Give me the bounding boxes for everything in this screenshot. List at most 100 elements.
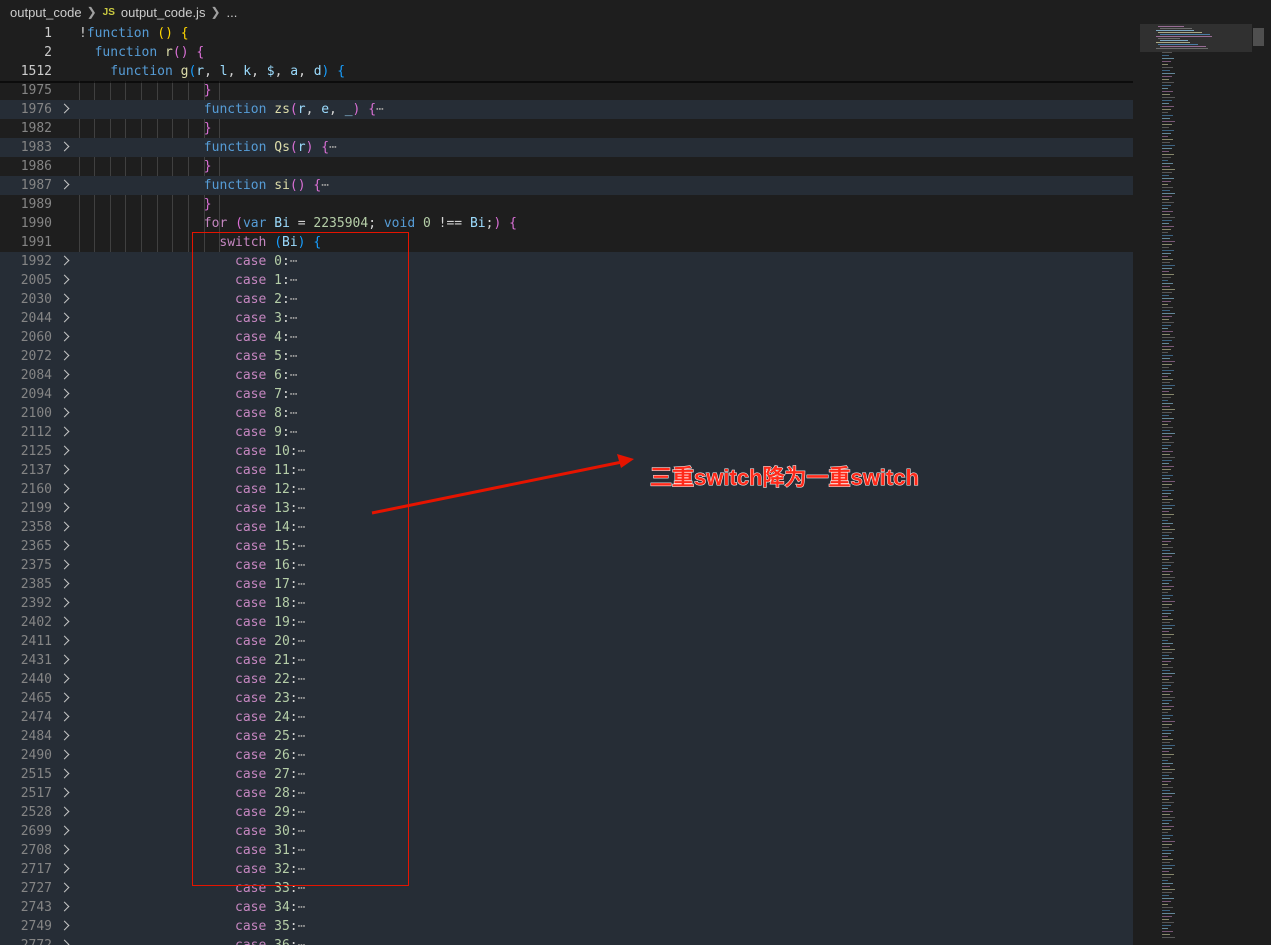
code-line[interactable]: 2517 case 28:⋯ <box>0 784 1133 803</box>
fold-chevron-icon[interactable] <box>59 540 70 551</box>
code-line[interactable]: 2402 case 19:⋯ <box>0 613 1133 632</box>
code-token: ⋯ <box>289 254 298 269</box>
code-line[interactable]: 2484 case 25:⋯ <box>0 727 1133 746</box>
fold-chevron-icon[interactable] <box>59 464 70 475</box>
fold-chevron-icon[interactable] <box>59 939 70 945</box>
fold-chevron-icon[interactable] <box>59 331 70 342</box>
code-line[interactable]: 1986} <box>0 157 1133 176</box>
fold-chevron-icon[interactable] <box>59 407 70 418</box>
fold-chevron-icon[interactable] <box>59 521 70 532</box>
code-line[interactable]: 1983 function Qs(r) {⋯ <box>0 138 1133 157</box>
code-line[interactable]: 1989} <box>0 195 1133 214</box>
fold-chevron-icon[interactable] <box>59 559 70 570</box>
code-line[interactable]: 2465 case 23:⋯ <box>0 689 1133 708</box>
fold-chevron-icon[interactable] <box>59 255 70 266</box>
fold-chevron-icon[interactable] <box>59 350 70 361</box>
fold-chevron-icon[interactable] <box>59 616 70 627</box>
code-line[interactable]: 2385 case 17:⋯ <box>0 575 1133 594</box>
fold-chevron-icon[interactable] <box>59 901 70 912</box>
fold-chevron-icon[interactable] <box>59 863 70 874</box>
code-line[interactable]: 1982} <box>0 119 1133 138</box>
fold-chevron-icon[interactable] <box>59 597 70 608</box>
code-line[interactable]: 2199 case 13:⋯ <box>0 499 1133 518</box>
code-line[interactable]: 2708 case 31:⋯ <box>0 841 1133 860</box>
code-line[interactable]: 2392 case 18:⋯ <box>0 594 1133 613</box>
breadcrumb-more[interactable]: ... <box>227 5 238 20</box>
code-line[interactable]: 2358 case 14:⋯ <box>0 518 1133 537</box>
code-editor[interactable]: 1975} 1976 function zs(r, e, _) {⋯ 1982} 198… <box>0 24 1140 945</box>
code-line[interactable]: 1990 for (var Bi = 2235904; void 0 !== Bi… <box>0 214 1133 233</box>
fold-chevron-icon[interactable] <box>59 369 70 380</box>
minimap-line <box>1162 619 1173 620</box>
code-line[interactable]: 1975} <box>0 81 1133 100</box>
fold-chevron-icon[interactable] <box>59 806 70 817</box>
fold-chevron-icon[interactable] <box>59 578 70 589</box>
fold-chevron-icon[interactable] <box>59 635 70 646</box>
code-line[interactable]: 2005 case 1:⋯ <box>0 271 1133 290</box>
code-line[interactable]: 1987 function si() {⋯ <box>0 176 1133 195</box>
breadcrumb-file[interactable]: output_code.js <box>121 5 206 20</box>
fold-chevron-icon[interactable] <box>59 388 70 399</box>
code-line[interactable]: 2743 case 34:⋯ <box>0 898 1133 917</box>
code-line[interactable]: 2112 case 9:⋯ <box>0 423 1133 442</box>
sticky-line[interactable]: 2 function r() { <box>0 43 1133 62</box>
code-line[interactable]: 2699 case 30:⋯ <box>0 822 1133 841</box>
fold-chevron-icon[interactable] <box>59 882 70 893</box>
sticky-line[interactable]: 1512 function g(r, l, k, $, a, d) { <box>0 62 1133 81</box>
code-line[interactable]: 2084 case 6:⋯ <box>0 366 1133 385</box>
fold-chevron-icon[interactable] <box>59 692 70 703</box>
code-line[interactable]: 2528 case 29:⋯ <box>0 803 1133 822</box>
code-line[interactable]: 2365 case 15:⋯ <box>0 537 1133 556</box>
fold-chevron-icon[interactable] <box>59 445 70 456</box>
fold-chevron-icon[interactable] <box>59 274 70 285</box>
code-line[interactable]: 2094 case 7:⋯ <box>0 385 1133 404</box>
minimap[interactable] <box>1140 24 1252 945</box>
code-line[interactable]: 2490 case 26:⋯ <box>0 746 1133 765</box>
fold-chevron-icon[interactable] <box>59 502 70 513</box>
code-line[interactable]: 1976 function zs(r, e, _) {⋯ <box>0 100 1133 119</box>
fold-chevron-icon[interactable] <box>59 654 70 665</box>
code-line[interactable]: 2515 case 27:⋯ <box>0 765 1133 784</box>
minimap-line <box>1162 361 1175 362</box>
minimap-line <box>1162 334 1170 335</box>
code-line[interactable]: 2072 case 5:⋯ <box>0 347 1133 366</box>
fold-chevron-icon[interactable] <box>59 730 70 741</box>
fold-chevron-icon[interactable] <box>59 103 70 114</box>
code-line[interactable]: 2440 case 22:⋯ <box>0 670 1133 689</box>
code-line[interactable]: 2474 case 24:⋯ <box>0 708 1133 727</box>
fold-chevron-icon[interactable] <box>59 179 70 190</box>
fold-chevron-icon[interactable] <box>59 711 70 722</box>
code-line[interactable]: 2375 case 16:⋯ <box>0 556 1133 575</box>
fold-chevron-icon[interactable] <box>59 673 70 684</box>
code-line[interactable]: 2717 case 32:⋯ <box>0 860 1133 879</box>
code-line[interactable]: 2411 case 20:⋯ <box>0 632 1133 651</box>
fold-chevron-icon[interactable] <box>59 483 70 494</box>
code-line[interactable]: 2030 case 2:⋯ <box>0 290 1133 309</box>
fold-chevron-icon[interactable] <box>59 844 70 855</box>
code-line[interactable]: 2749 case 35:⋯ <box>0 917 1133 936</box>
breadcrumb-folder[interactable]: output_code <box>10 5 82 20</box>
sticky-line[interactable]: 1 !function () { <box>0 24 1133 43</box>
code-line[interactable]: 2060 case 4:⋯ <box>0 328 1133 347</box>
code-line[interactable]: 2100 case 8:⋯ <box>0 404 1133 423</box>
code-line[interactable]: 2160 case 12:⋯ <box>0 480 1133 499</box>
fold-chevron-icon[interactable] <box>59 749 70 760</box>
code-line[interactable]: 2125 case 10:⋯ <box>0 442 1133 461</box>
fold-chevron-icon[interactable] <box>59 293 70 304</box>
scrollbar-thumb[interactable] <box>1253 28 1264 46</box>
code-line[interactable]: 2137 case 11:⋯ <box>0 461 1133 480</box>
fold-chevron-icon[interactable] <box>59 787 70 798</box>
fold-chevron-icon[interactable] <box>59 920 70 931</box>
fold-chevron-icon[interactable] <box>59 312 70 323</box>
fold-chevron-icon[interactable] <box>59 426 70 437</box>
code-line[interactable]: 2431 case 21:⋯ <box>0 651 1133 670</box>
fold-chevron-icon[interactable] <box>59 768 70 779</box>
vertical-scrollbar[interactable] <box>1252 24 1266 945</box>
fold-chevron-icon[interactable] <box>59 825 70 836</box>
code-line[interactable]: 2044 case 3:⋯ <box>0 309 1133 328</box>
code-line[interactable]: 1992 case 0:⋯ <box>0 252 1133 271</box>
code-line[interactable]: 2772 case 36:⋯ <box>0 936 1133 945</box>
code-line[interactable]: 2727 case 33:⋯ <box>0 879 1133 898</box>
code-line[interactable]: 1991 switch (Bi) { <box>0 233 1133 252</box>
fold-chevron-icon[interactable] <box>59 141 70 152</box>
